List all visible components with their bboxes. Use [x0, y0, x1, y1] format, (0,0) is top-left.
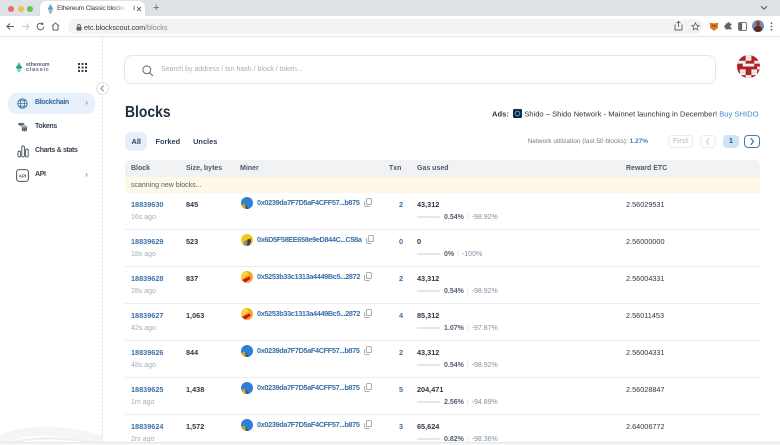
svg-text:API: API: [19, 174, 27, 179]
